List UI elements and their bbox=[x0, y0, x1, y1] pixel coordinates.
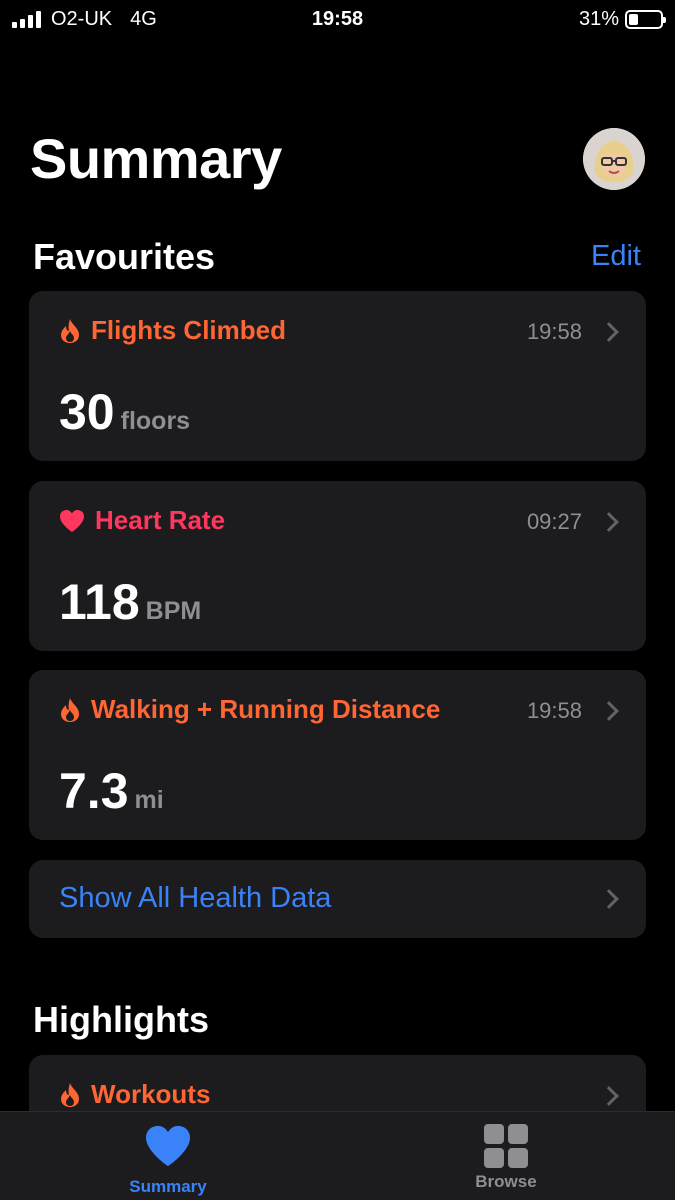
chevron-right-icon bbox=[599, 889, 619, 909]
card-time: 09:27 bbox=[526, 509, 582, 534]
metric-value: 30 bbox=[59, 384, 115, 440]
tab-bar: Summary Browse bbox=[0, 1111, 675, 1200]
avatar[interactable] bbox=[583, 128, 645, 190]
flame-icon bbox=[61, 697, 79, 722]
heart-rate-card[interactable]: Heart Rate 09:27 118 BPM bbox=[29, 481, 646, 651]
show-all-label: Show All Health Data bbox=[59, 882, 332, 914]
card-metric: 7.3 mi bbox=[59, 762, 164, 820]
chevron-right-icon bbox=[599, 701, 619, 721]
card-header: Heart Rate bbox=[59, 505, 225, 536]
card-header: Workouts bbox=[59, 1079, 210, 1110]
card-time: 19:58 bbox=[526, 319, 582, 344]
heart-icon bbox=[60, 509, 84, 532]
battery-fill bbox=[629, 14, 639, 25]
card-title: Flights Climbed bbox=[91, 315, 286, 345]
status-right: 31% bbox=[578, 8, 666, 31]
tab-label: Summary bbox=[129, 1177, 207, 1196]
tab-browse[interactable]: Browse bbox=[436, 1124, 576, 1192]
page-title: Summary bbox=[30, 127, 282, 190]
highlights-heading: Highlights bbox=[33, 999, 209, 1040]
metric-value: 118 bbox=[59, 574, 140, 630]
metric-unit: floors bbox=[120, 407, 191, 435]
card-metric: 118 BPM bbox=[59, 573, 201, 631]
metric-unit: mi bbox=[134, 786, 164, 814]
flights-climbed-card[interactable]: Flights Climbed 19:58 30 floors bbox=[29, 291, 646, 461]
card-title: Heart Rate bbox=[95, 505, 226, 535]
walking-running-distance-card[interactable]: Walking + Running Distance 19:58 7.3 mi bbox=[29, 670, 646, 840]
battery-icon bbox=[625, 10, 666, 29]
status-time: 19:58 bbox=[311, 8, 364, 30]
chevron-right-icon bbox=[599, 512, 619, 532]
memoji-avatar-icon bbox=[583, 128, 645, 190]
metric-unit: BPM bbox=[145, 597, 202, 625]
chevron-right-icon bbox=[599, 1086, 619, 1106]
card-metric: 30 floors bbox=[59, 383, 190, 441]
card-title: Workouts bbox=[91, 1079, 211, 1109]
flame-icon bbox=[61, 1082, 79, 1107]
metric-value: 7.3 bbox=[59, 763, 129, 819]
battery-percent: 31% bbox=[578, 8, 619, 30]
chevron-right-icon bbox=[599, 322, 619, 342]
grid-icon bbox=[484, 1124, 528, 1168]
edit-button[interactable]: Edit bbox=[591, 240, 641, 273]
tab-summary[interactable]: Summary bbox=[98, 1124, 238, 1197]
status-bar: O2-UK 4G 19:58 31% bbox=[0, 0, 675, 40]
favourites-heading: Favourites bbox=[33, 236, 216, 277]
card-header: Flights Climbed bbox=[59, 315, 286, 346]
card-time: 19:58 bbox=[526, 698, 582, 723]
tab-label: Browse bbox=[475, 1172, 537, 1191]
card-title: Walking + Running Distance bbox=[91, 694, 441, 724]
heart-icon bbox=[146, 1125, 190, 1167]
flame-icon bbox=[61, 318, 79, 343]
show-all-health-data-button[interactable]: Show All Health Data bbox=[29, 860, 646, 938]
card-header: Walking + Running Distance bbox=[59, 694, 440, 725]
